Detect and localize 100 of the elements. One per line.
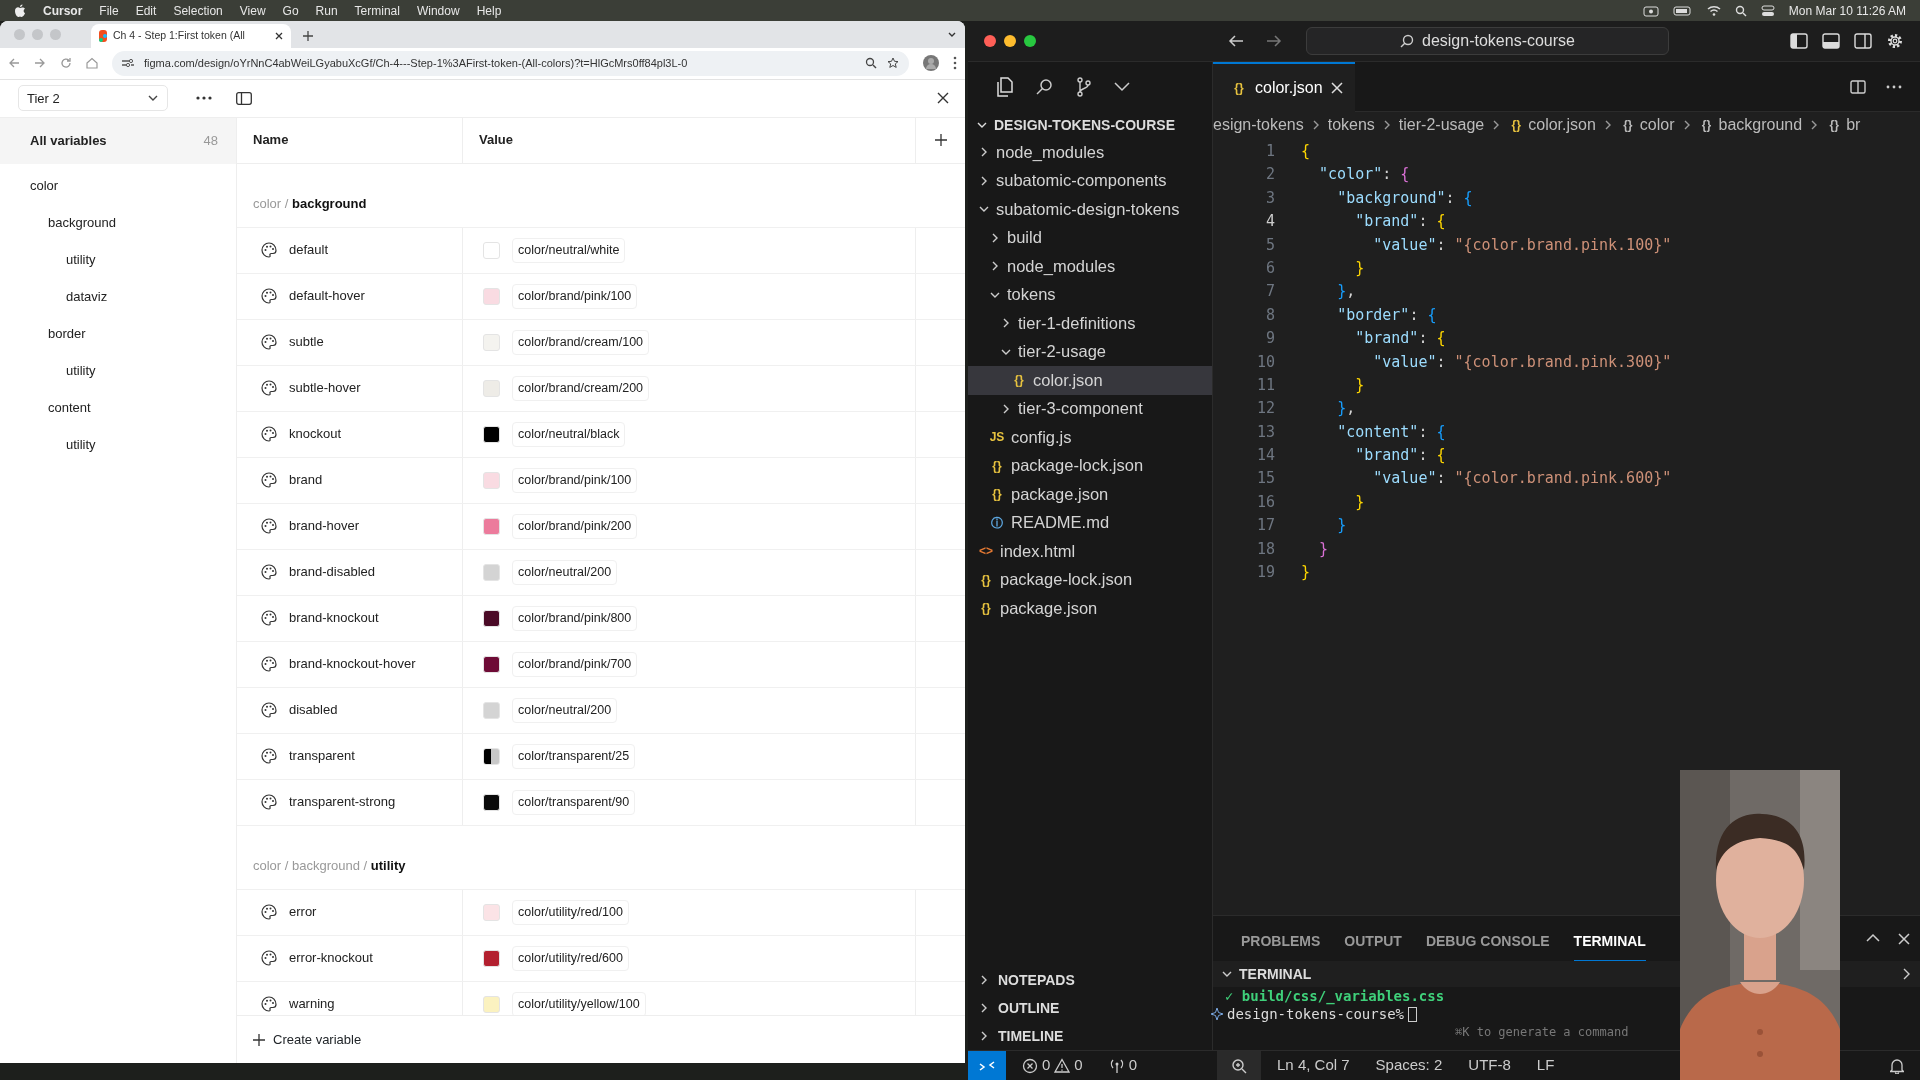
breadcrumb-item[interactable]: esign-tokens xyxy=(1213,112,1304,137)
cursor-position[interactable]: Ln 4, Col 7 xyxy=(1277,1054,1350,1077)
section-header[interactable]: NOTEPADS xyxy=(968,966,1212,994)
folder-item[interactable]: tier-1-definitions xyxy=(968,309,1212,338)
group-item[interactable]: color xyxy=(0,167,236,205)
explorer-file[interactable]: {} package.json xyxy=(968,594,1212,623)
folder-item[interactable]: subatomic-design-tokens xyxy=(968,195,1212,224)
menu-item[interactable]: Run xyxy=(315,1,338,20)
encoding-status[interactable]: UTF-8 xyxy=(1468,1054,1511,1077)
apple-logo-icon[interactable] xyxy=(14,3,26,18)
breadcrumb-item[interactable]: {} color xyxy=(1619,112,1675,137)
explorer-file[interactable]: {} package-lock.json xyxy=(968,451,1212,480)
variable-value[interactable]: color/utility/red/100 xyxy=(512,899,629,925)
menu-item[interactable]: Edit xyxy=(135,1,157,20)
group-item[interactable]: utility xyxy=(0,352,236,390)
explorer-file[interactable]: {} package-lock.json xyxy=(968,565,1212,594)
files-icon[interactable] xyxy=(996,77,1014,97)
group-item[interactable]: content xyxy=(0,389,236,427)
variable-name[interactable]: subtle-hover xyxy=(289,378,361,398)
folder-item[interactable]: tier-2-usage xyxy=(968,337,1212,366)
variable-value[interactable]: color/transparent/25 xyxy=(512,743,636,769)
variable-name[interactable]: brand-disabled xyxy=(289,562,375,582)
split-editor-icon[interactable] xyxy=(1850,79,1866,94)
panel-tab[interactable]: PROBLEMS xyxy=(1241,919,1321,961)
all-variables-item[interactable]: All variables 48 xyxy=(0,117,236,164)
browser-tab[interactable]: Ch 4 - Step 1:First token (All xyxy=(91,23,291,48)
variable-value[interactable]: color/transparent/90 xyxy=(512,789,636,815)
variable-value[interactable]: color/brand/pink/100 xyxy=(512,283,638,309)
battery-icon[interactable] xyxy=(1672,5,1693,16)
variable-value[interactable]: color/utility/red/600 xyxy=(512,945,629,971)
maximize-icon[interactable] xyxy=(1866,932,1880,943)
folder-item[interactable]: tokens xyxy=(968,280,1212,309)
folder-item[interactable]: build xyxy=(968,223,1212,252)
ports-status[interactable]: 0 xyxy=(1108,1054,1138,1077)
toggle-icon[interactable] xyxy=(1760,4,1775,17)
variable-name[interactable]: subtle xyxy=(289,332,324,352)
breadcrumb-item[interactable]: {} background xyxy=(1698,112,1803,137)
folder-item[interactable]: node_modules xyxy=(968,138,1212,167)
camera-icon[interactable] xyxy=(1642,4,1659,17)
variable-value[interactable]: color/neutral/black xyxy=(512,421,626,447)
folder-item[interactable]: node_modules xyxy=(968,252,1212,281)
chevron-down-icon[interactable] xyxy=(1114,82,1130,92)
remote-button[interactable] xyxy=(968,1051,1006,1080)
forward-icon[interactable] xyxy=(1266,34,1282,48)
group-item[interactable]: border xyxy=(0,315,236,353)
menu-item[interactable]: File xyxy=(99,1,119,20)
variable-name[interactable]: brand xyxy=(289,470,323,490)
app-menu[interactable]: Cursor xyxy=(43,1,83,20)
collection-dropdown[interactable]: Tier 2 xyxy=(18,85,168,112)
explorer-file[interactable]: {} package.json xyxy=(968,480,1212,509)
variable-name[interactable]: disabled xyxy=(289,700,338,720)
menu-item[interactable]: Window xyxy=(416,1,460,20)
group-item[interactable]: background xyxy=(0,204,236,242)
editor-tab[interactable]: {} color.json xyxy=(1213,61,1355,112)
variable-value[interactable]: color/neutral/200 xyxy=(512,697,618,723)
menu-item[interactable]: Terminal xyxy=(354,1,400,20)
sidebar-toggle-icon[interactable] xyxy=(236,91,252,105)
avatar-icon[interactable] xyxy=(923,55,939,72)
variable-name[interactable]: brand-knockout xyxy=(289,608,379,628)
section-header[interactable]: OUTLINE xyxy=(968,994,1212,1022)
problems-status[interactable]: 0 0 xyxy=(1022,1054,1083,1077)
more-icon[interactable] xyxy=(196,96,212,101)
chevron-right-icon[interactable] xyxy=(1902,967,1912,981)
breadcrumb-item[interactable]: {} color.json xyxy=(1508,112,1596,137)
home-icon[interactable] xyxy=(86,57,98,70)
section-header[interactable]: TIMELINE xyxy=(968,1022,1212,1050)
variable-value[interactable]: color/brand/cream/100 xyxy=(512,329,650,355)
explorer-header[interactable]: DESIGN-TOKENS-COURSE xyxy=(968,112,1212,138)
variable-value[interactable]: color/brand/pink/200 xyxy=(512,513,638,539)
variable-value[interactable]: color/brand/pink/800 xyxy=(512,605,638,631)
search-icon[interactable] xyxy=(1036,78,1054,96)
split-layout-icon[interactable] xyxy=(1854,33,1872,49)
window-control[interactable] xyxy=(1024,35,1036,47)
source-control-icon[interactable] xyxy=(1076,77,1092,97)
close-icon[interactable] xyxy=(275,31,283,40)
create-variable-button[interactable]: Create variable xyxy=(253,1029,362,1050)
explorer-file[interactable]: <> index.html xyxy=(968,537,1212,566)
group-item[interactable]: utility xyxy=(0,426,236,464)
group-item[interactable]: dataviz xyxy=(0,278,236,316)
variable-name[interactable]: knockout xyxy=(289,424,342,444)
bell-icon[interactable] xyxy=(1890,1057,1904,1074)
variable-value[interactable]: color/brand/cream/200 xyxy=(512,375,650,401)
add-icon[interactable] xyxy=(934,134,947,147)
variable-value[interactable]: color/neutral/white xyxy=(512,237,626,263)
variable-value[interactable]: color/neutral/200 xyxy=(512,559,618,585)
variable-name[interactable]: default-hover xyxy=(289,286,365,306)
breadcrumb-item[interactable]: tokens xyxy=(1327,112,1375,137)
group-item[interactable]: utility xyxy=(0,241,236,279)
variable-name[interactable]: transparent-strong xyxy=(289,792,396,812)
command-search-field[interactable]: design-tokens-course xyxy=(1306,27,1669,55)
line-ending-status[interactable]: LF xyxy=(1536,1054,1555,1077)
more-icon[interactable] xyxy=(953,56,957,71)
explorer-file[interactable]: JS config.js xyxy=(968,423,1212,452)
variable-name[interactable]: error-knockout xyxy=(289,948,373,968)
variable-name[interactable]: default xyxy=(289,240,329,260)
panel-layout-icon[interactable] xyxy=(1822,33,1840,49)
zoom-icon[interactable] xyxy=(865,57,877,70)
variable-value[interactable]: color/brand/pink/100 xyxy=(512,467,638,493)
zoom-button[interactable] xyxy=(1217,1051,1262,1080)
panel-tab[interactable]: DEBUG CONSOLE xyxy=(1425,919,1550,961)
